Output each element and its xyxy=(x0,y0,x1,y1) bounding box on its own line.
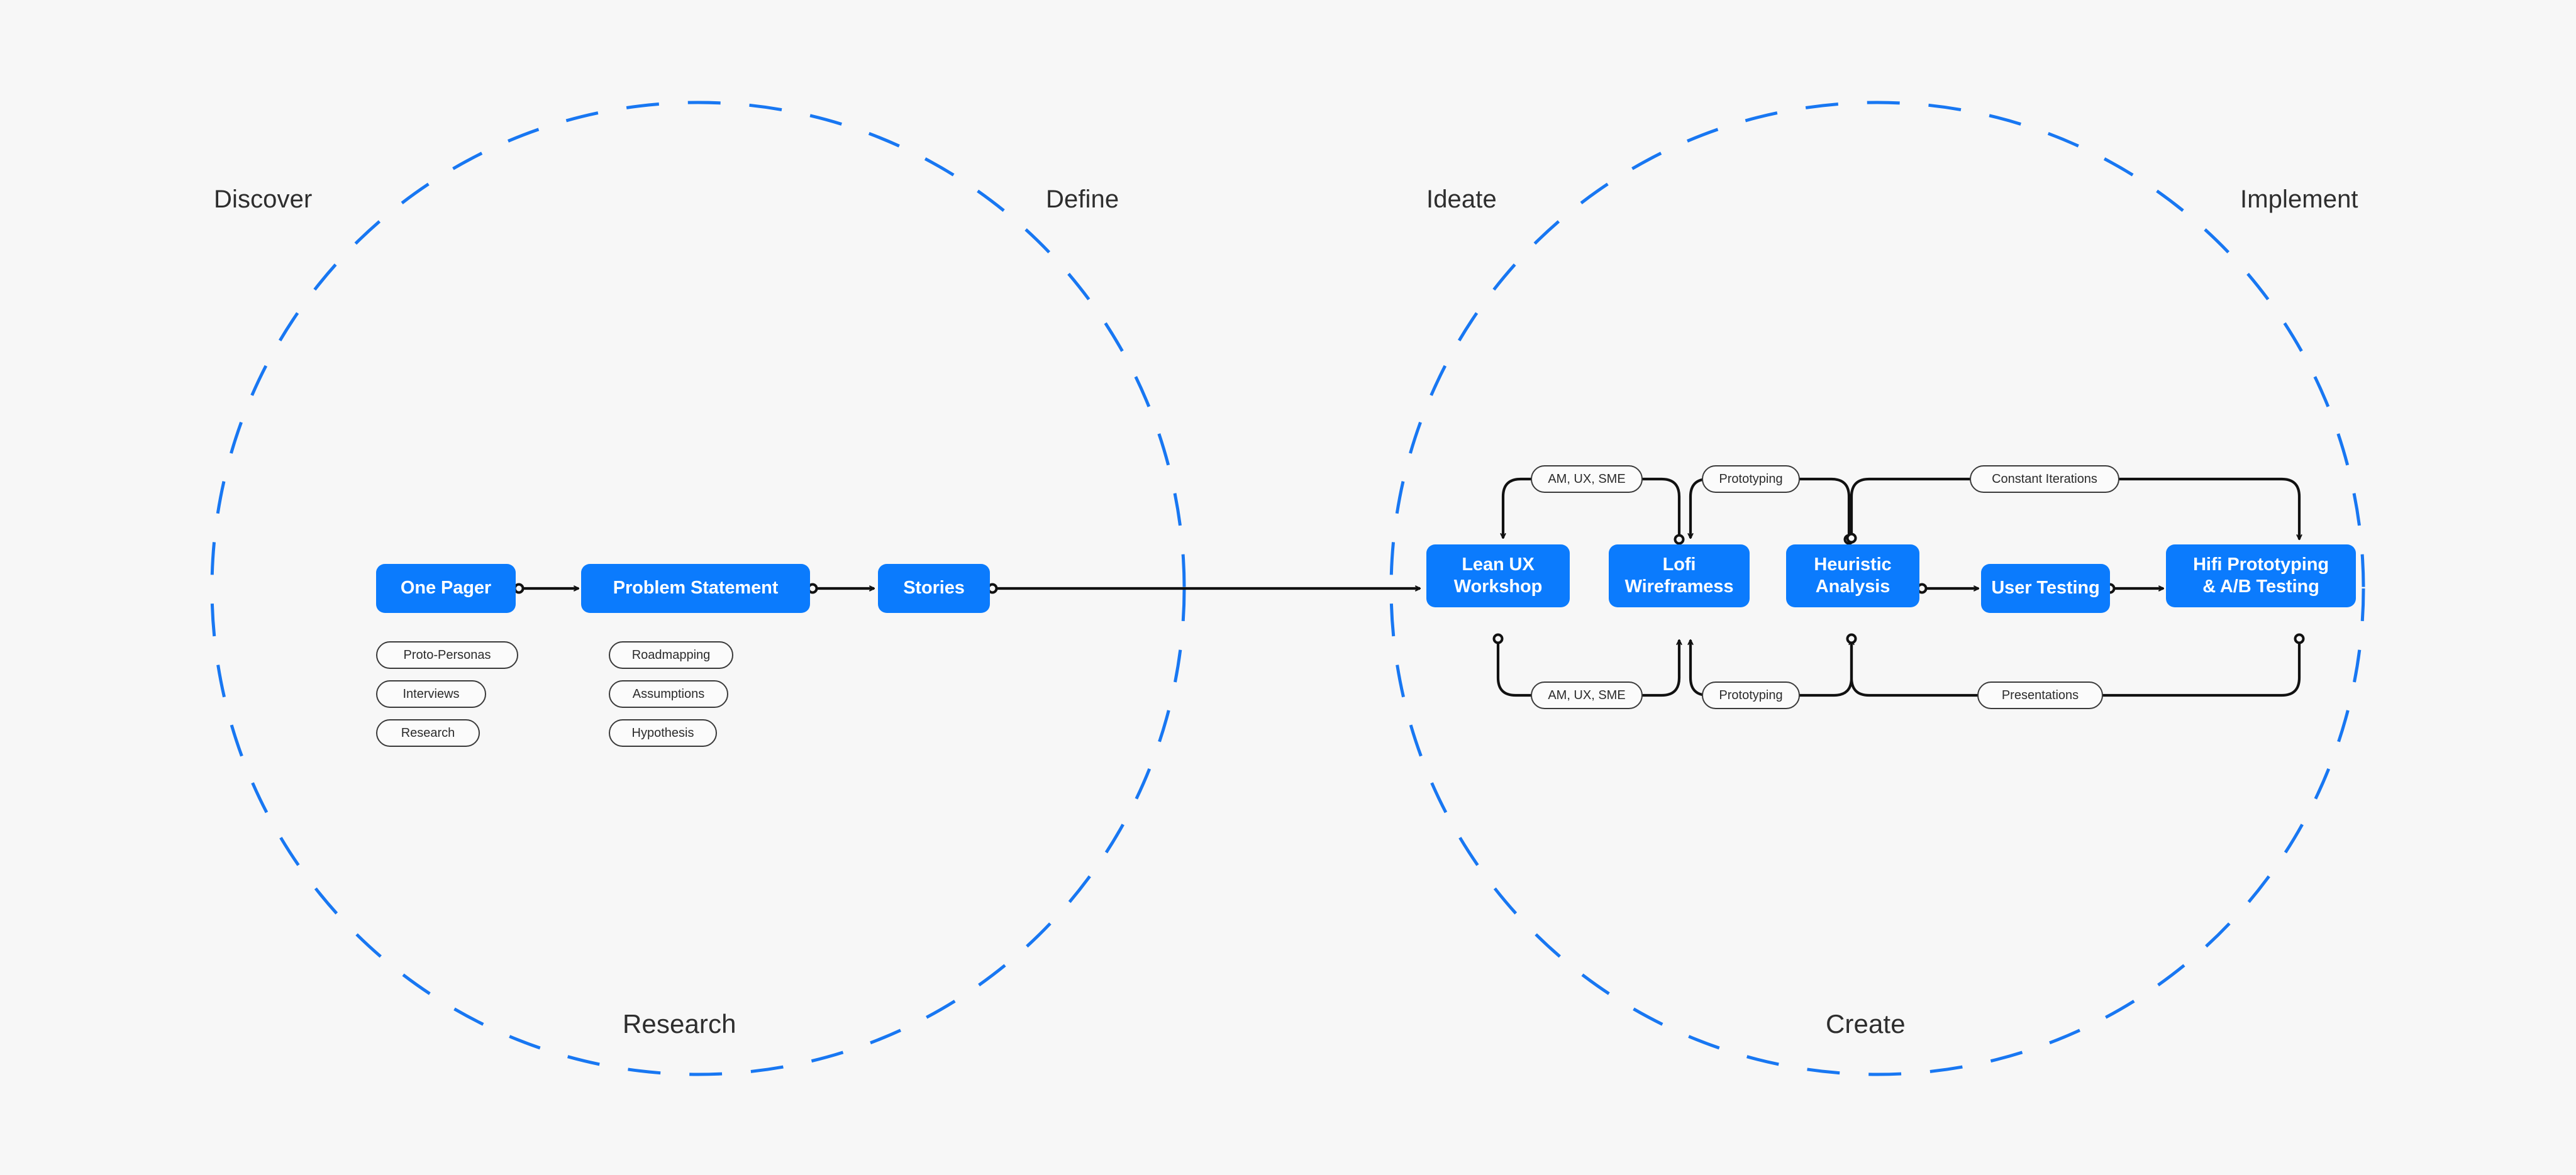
edge-source-dot xyxy=(513,583,525,594)
tag-interviews: Interviews xyxy=(376,680,486,708)
node-lofi-wireframess-label-2: Wireframess xyxy=(1624,576,1734,597)
tag-proto-personas: Proto-Personas xyxy=(376,641,518,669)
node-stories[interactable]: Stories xyxy=(878,564,990,613)
tag-research: Research xyxy=(376,719,480,747)
node-heuristic-analysis[interactable]: Heuristic Analysis xyxy=(1786,544,1919,607)
node-heuristic-analysis-label-2: Analysis xyxy=(1815,576,1890,597)
node-heuristic-analysis-label-1: Heuristic xyxy=(1814,554,1892,575)
edge-pill-constant-iterations: Constant Iterations xyxy=(1970,465,2119,493)
tag-roadmapping: Roadmapping xyxy=(609,641,733,669)
node-one-pager[interactable]: One Pager xyxy=(376,564,516,613)
tag-assumptions: Assumptions xyxy=(609,680,728,708)
node-user-testing-label: User Testing xyxy=(1991,578,2100,599)
edge-pill-am-ux-sme-top: AM, UX, SME xyxy=(1531,465,1643,493)
edge-pill-prototyping-bottom: Prototyping xyxy=(1702,681,1800,709)
node-hifi-prototyping-label-1: Hifi Prototyping xyxy=(2193,554,2329,575)
node-stories-label: Stories xyxy=(903,578,965,599)
node-problem-statement[interactable]: Problem Statement xyxy=(581,564,810,613)
edge-pill-prototyping-top: Prototyping xyxy=(1702,465,1800,493)
node-hifi-prototyping-label-2: & A/B Testing xyxy=(2202,576,2319,597)
tag-hypothesis: Hypothesis xyxy=(609,719,717,747)
edge-pill-am-ux-sme-bottom: AM, UX, SME xyxy=(1531,681,1643,709)
node-hifi-prototyping-ab-testing[interactable]: Hifi Prototyping & A/B Testing xyxy=(2166,544,2356,607)
edge-source-dot xyxy=(2294,633,2305,644)
diagram-canvas: Discover Define Ideate Implement Researc… xyxy=(0,0,2576,1175)
edge-source-dot xyxy=(1846,633,1857,644)
edge-pill-presentations: Presentations xyxy=(1977,681,2103,709)
edge-source-dot xyxy=(1674,534,1685,545)
node-lean-ux-workshop-label-2: Workshop xyxy=(1453,576,1543,597)
node-lofi-wireframess-label-1: Lofi xyxy=(1662,554,1696,575)
node-lofi-wireframess[interactable]: Lofi Wireframess xyxy=(1609,544,1750,607)
node-problem-statement-label: Problem Statement xyxy=(613,578,779,599)
node-lean-ux-workshop[interactable]: Lean UX Workshop xyxy=(1426,544,1570,607)
edge-source-dot xyxy=(1846,532,1857,544)
node-user-testing[interactable]: User Testing xyxy=(1981,564,2110,613)
node-lean-ux-workshop-label-1: Lean UX xyxy=(1462,554,1535,575)
node-one-pager-label: One Pager xyxy=(400,578,492,599)
edge-source-dot xyxy=(1492,633,1504,644)
